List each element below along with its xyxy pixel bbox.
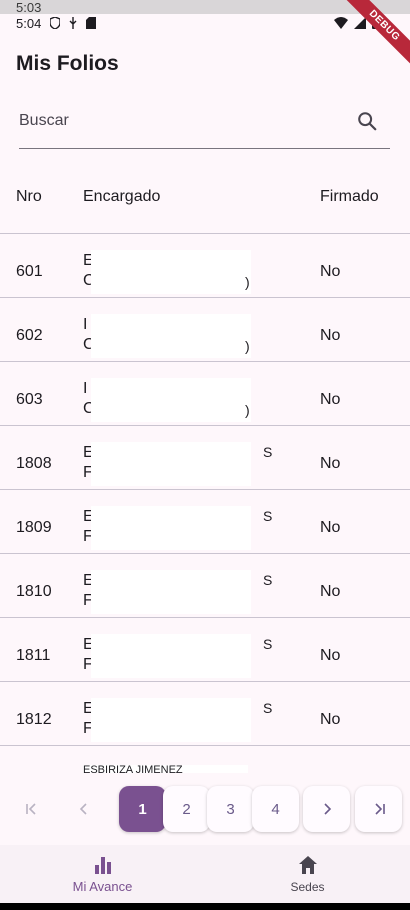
cell-nro: 1809 bbox=[16, 519, 52, 536]
cell-encargado: E F S bbox=[83, 570, 272, 614]
system-nav-strip bbox=[0, 903, 410, 910]
table-header: Nro Encargado Firmado bbox=[0, 162, 410, 234]
redacted-name bbox=[91, 250, 251, 294]
redacted-name bbox=[91, 442, 251, 486]
cell-firmado: No bbox=[320, 711, 341, 728]
chevron-right-icon bbox=[323, 803, 331, 815]
previous-page-button[interactable] bbox=[60, 786, 107, 832]
table-row[interactable]: 1808 E F S No bbox=[0, 426, 410, 490]
table-row[interactable]: 1810 E F S No bbox=[0, 554, 410, 618]
cell-firmado: No bbox=[320, 263, 341, 280]
cell-encargado: I C ) bbox=[83, 314, 263, 358]
cell-nro: 1812 bbox=[16, 711, 52, 728]
first-page-button[interactable] bbox=[8, 786, 55, 832]
cell-firmado: No bbox=[320, 391, 341, 408]
page-title: Mis Folios bbox=[16, 52, 119, 75]
table-row[interactable]: 603 I C ) No bbox=[0, 362, 410, 426]
signal-icon bbox=[354, 17, 366, 29]
table-body: 601 E C ) No 602 I C ) No 603 I C) No 1… bbox=[0, 234, 410, 746]
status-time-ghost: 5:03 bbox=[16, 0, 42, 15]
home-icon bbox=[298, 856, 317, 874]
cell-firmado: No bbox=[320, 455, 341, 472]
page-button-2[interactable]: 2 bbox=[163, 786, 210, 832]
pagination-bar: 1 2 3 4 bbox=[0, 773, 410, 845]
search-icon[interactable] bbox=[356, 110, 378, 132]
usb-icon bbox=[69, 17, 77, 29]
bar-chart-icon bbox=[94, 857, 111, 874]
wifi-icon bbox=[334, 17, 348, 29]
search-input[interactable] bbox=[19, 106, 339, 136]
cell-encargado: E F S bbox=[83, 698, 272, 742]
page-button-1[interactable]: 1 bbox=[119, 786, 166, 832]
cell-encargado: I C ) bbox=[83, 378, 263, 422]
next-page-button[interactable] bbox=[303, 786, 350, 832]
redacted-name bbox=[91, 506, 251, 550]
table-row[interactable]: 602 I C ) No bbox=[0, 298, 410, 362]
header-encargado: Encargado bbox=[83, 188, 161, 205]
first-page-icon bbox=[25, 803, 36, 815]
last-page-button[interactable] bbox=[355, 786, 402, 832]
cell-firmado: No bbox=[320, 647, 341, 664]
header-firmado: Firmado bbox=[320, 188, 379, 205]
shield-icon bbox=[50, 17, 60, 29]
bottom-navigation: Mi Avance Sedes bbox=[0, 845, 410, 903]
table-row[interactable]: 1812 E F S No bbox=[0, 682, 410, 746]
header-nro: Nro bbox=[16, 188, 42, 205]
redacted-name bbox=[91, 314, 251, 358]
table-row[interactable]: 1809 E F S No bbox=[0, 490, 410, 554]
app-screen: 5:03 5:04 DEBUG Mis Folios Nro Encargado… bbox=[0, 0, 410, 903]
page-button-3[interactable]: 3 bbox=[207, 786, 254, 832]
cell-nro: 1808 bbox=[16, 455, 52, 472]
cell-encargado: E F S bbox=[83, 506, 272, 550]
cell-nro: 603 bbox=[16, 391, 43, 408]
cell-firmado: No bbox=[320, 327, 341, 344]
table-row[interactable]: 601 E C ) No bbox=[0, 234, 410, 298]
chevron-left-icon bbox=[79, 803, 87, 815]
sd-card-icon bbox=[86, 17, 96, 29]
redacted-name bbox=[91, 378, 251, 422]
last-page-icon bbox=[374, 803, 385, 815]
cell-nro: 1810 bbox=[16, 583, 52, 600]
cell-encargado: E F S bbox=[83, 442, 272, 486]
nav-item-mi-avance[interactable]: Mi Avance bbox=[0, 845, 205, 903]
nav-item-sedes[interactable]: Sedes bbox=[205, 845, 410, 903]
cell-firmado: No bbox=[320, 519, 341, 536]
cell-nro: 602 bbox=[16, 327, 43, 344]
cell-nro: 1811 bbox=[16, 647, 51, 664]
nav-label: Mi Avance bbox=[72, 879, 133, 894]
redacted-name bbox=[91, 634, 251, 678]
cell-firmado: No bbox=[320, 583, 341, 600]
cell-encargado: E F S bbox=[83, 634, 272, 678]
redacted-name bbox=[91, 698, 251, 742]
cell-nro: 601 bbox=[16, 263, 43, 280]
table-row[interactable]: 1811 E F S No bbox=[0, 618, 410, 682]
status-bar: 5:04 bbox=[0, 14, 410, 36]
status-time: 5:04 bbox=[16, 16, 42, 31]
redacted-name bbox=[91, 570, 251, 614]
search-field[interactable] bbox=[19, 100, 390, 149]
nav-label: Sedes bbox=[290, 880, 325, 894]
page-button-4[interactable]: 4 bbox=[252, 786, 299, 832]
cell-encargado: E C ) bbox=[83, 250, 263, 294]
